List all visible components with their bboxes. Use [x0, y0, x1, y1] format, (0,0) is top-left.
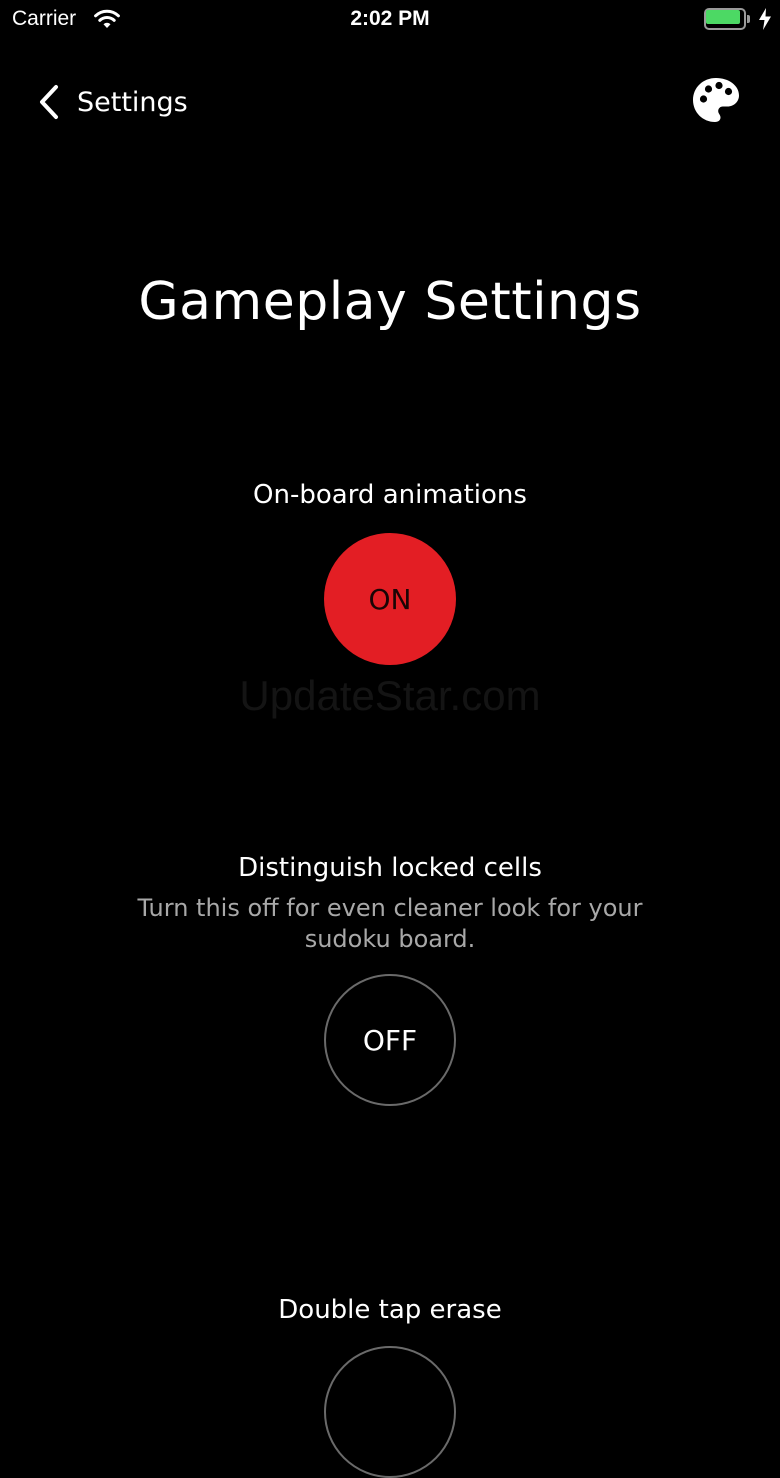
setting-label-distinguish-locked-cells: Distinguish locked cells: [238, 853, 542, 883]
status-time: 2:02 PM: [350, 7, 430, 30]
battery-icon: [704, 8, 750, 30]
toggle-distinguish-locked-cells[interactable]: OFF: [324, 974, 456, 1106]
watermark: UpdateStar.com: [239, 672, 541, 719]
setting-description-distinguish-locked-cells: Turn this off for even cleaner look for …: [137, 894, 643, 953]
toggle-state: OFF: [362, 1023, 418, 1057]
toggle-double-tap-erase[interactable]: [324, 1346, 456, 1478]
back-button[interactable]: Settings: [36, 82, 188, 122]
navigation-bar: Settings: [0, 70, 780, 134]
toggle-onboard-animations[interactable]: ON: [324, 533, 456, 665]
page-title: Gameplay Settings: [138, 272, 642, 332]
palette-icon: [693, 78, 739, 122]
back-label: Settings: [77, 86, 188, 118]
chevron-left-icon: [40, 85, 58, 119]
charging-bolt-icon: [758, 8, 772, 34]
setting-label-onboard-animations: On-board animations: [253, 480, 527, 510]
status-bar: Carrier 2:02 PM: [0, 0, 780, 40]
setting-label-double-tap-erase: Double tap erase: [278, 1295, 502, 1325]
toggle-state: ON: [368, 582, 412, 616]
theme-button[interactable]: [690, 74, 742, 126]
